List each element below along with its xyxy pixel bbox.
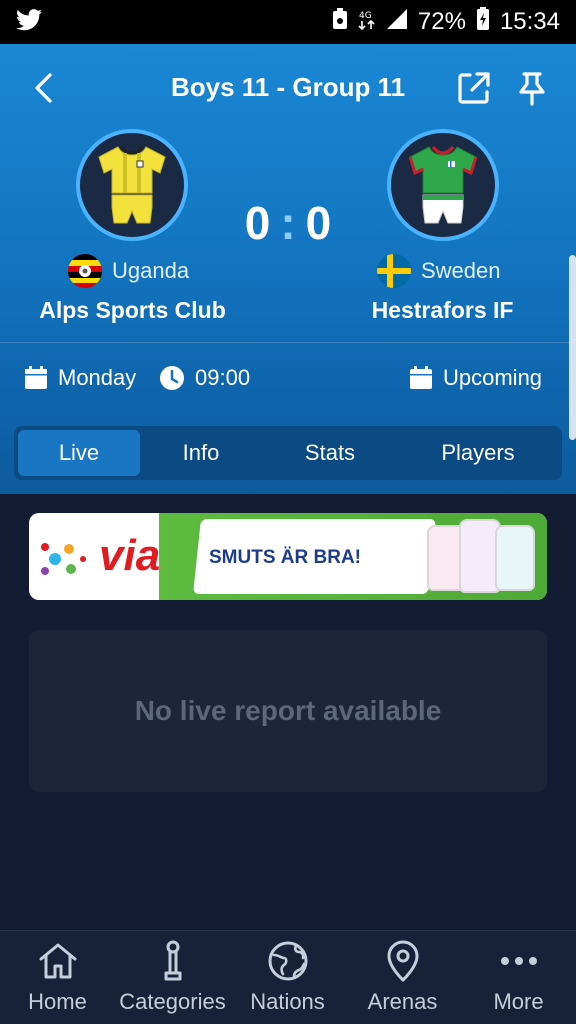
globe-icon (268, 941, 307, 981)
more-dots-icon (500, 957, 537, 965)
bottom-navigation: Home Categories Nations Arenas More (0, 930, 576, 1024)
tab-live[interactable]: Live (18, 430, 140, 476)
home-team-name[interactable]: Alps Sports Club (20, 297, 245, 324)
match-day: Monday (24, 360, 136, 396)
home-score: 0 (244, 197, 271, 249)
sweden-flag-icon (377, 254, 411, 288)
tab-stats[interactable]: Stats (262, 430, 398, 476)
home-team-jersey[interactable] (76, 129, 188, 241)
nav-label: Categories (119, 989, 226, 1014)
nav-categories[interactable]: Categories (115, 939, 230, 1015)
match-status: Upcoming (409, 360, 542, 396)
match-day-label: Monday (58, 365, 137, 390)
battery-percent: 72% (417, 8, 466, 35)
tab-players[interactable]: Players (398, 430, 558, 476)
tab-info[interactable]: Info (140, 430, 262, 476)
nav-nations[interactable]: Nations (230, 939, 345, 1015)
nav-more[interactable]: More (461, 939, 576, 1015)
score-separator: : (280, 197, 296, 249)
scrollbar[interactable] (569, 255, 576, 440)
match-header: Boys 11 - Group 11 0 : 0 Uganda Sweden A… (0, 44, 576, 494)
match-status-label: Upcoming (443, 365, 543, 390)
empty-message: No live report available (134, 695, 442, 726)
home-icon (39, 943, 76, 979)
ad-slogan: SMUTS ÄR BRA! (209, 547, 361, 568)
match-tabs: Live Info Stats Players (14, 426, 562, 480)
away-score: 0 (305, 197, 332, 249)
match-time-label: 09:00 (195, 365, 251, 390)
jersey-icon (408, 145, 478, 224)
twitter-icon (16, 8, 42, 36)
scoreboard: 0 : 0 (236, 196, 340, 250)
away-team-jersey[interactable] (387, 129, 499, 241)
bottle-image (495, 525, 535, 591)
calendar-icon (25, 366, 47, 389)
match-time: 09:00 (159, 360, 250, 396)
home-country: Uganda (68, 254, 189, 288)
home-country-label: Uganda (112, 258, 190, 283)
location-pin-icon (387, 940, 418, 982)
ad-banner[interactable]: via SMUTS ÄR BRA! (29, 513, 547, 600)
nav-home[interactable]: Home (0, 939, 115, 1015)
clock-icon (160, 366, 184, 390)
status-bar: 4G 72% 15:34 (0, 0, 576, 44)
away-country: Sweden (377, 254, 501, 288)
nav-label: Arenas (367, 989, 438, 1014)
svg-text:4G: 4G (359, 11, 372, 21)
splash-logo-icon (41, 543, 86, 575)
away-country-label: Sweden (421, 258, 501, 283)
calendar-icon (410, 366, 432, 389)
battery-icon (476, 6, 490, 38)
external-link-icon (458, 72, 490, 104)
nav-arenas[interactable]: Arenas (345, 939, 460, 1015)
uganda-flag-icon (68, 254, 102, 288)
pin-button[interactable] (514, 70, 554, 110)
pin-icon (519, 72, 545, 106)
nav-label: More (493, 989, 544, 1014)
trophy-icon (164, 940, 181, 981)
share-button[interactable] (456, 70, 496, 110)
top-bar: Boys 11 - Group 11 (0, 44, 576, 134)
jersey-icon (98, 146, 166, 224)
ad-brand-logo: via (99, 531, 161, 580)
live-report-empty: No live report available (29, 630, 547, 792)
nav-label: Nations (250, 989, 325, 1014)
data-icon: 4G (358, 8, 376, 37)
away-team-name[interactable]: Hestrafors IF (330, 297, 555, 324)
nav-label: Home (28, 989, 87, 1014)
notification-icon (332, 7, 348, 37)
header-divider (0, 342, 576, 343)
clock: 15:34 (499, 8, 560, 35)
signal-icon (386, 8, 408, 37)
